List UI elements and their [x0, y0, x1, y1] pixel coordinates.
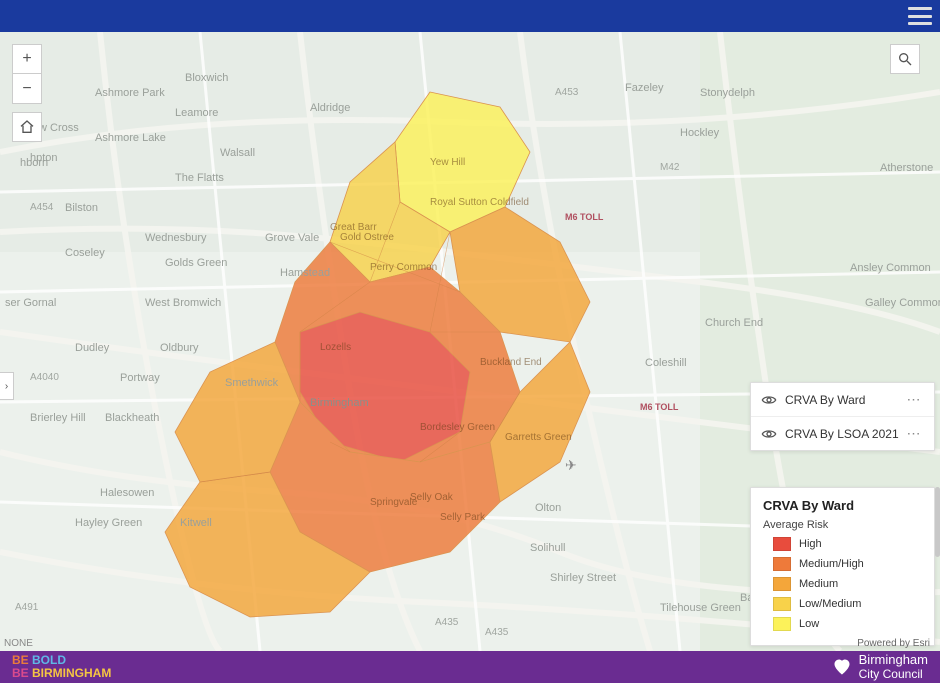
scrollbar-thumb[interactable]: [935, 487, 940, 557]
menu-icon[interactable]: [908, 7, 932, 25]
zoom-out-button[interactable]: −: [12, 74, 42, 104]
legend-row: Medium: [763, 577, 922, 591]
map-container[interactable]: AldridgeBloxwichWalsallFazeleyStonydelph…: [0, 32, 940, 651]
layer-more-button[interactable]: ⋯: [904, 425, 924, 442]
legend-scrollbar[interactable]: [934, 487, 940, 651]
legend-subtitle: Average Risk: [763, 519, 922, 531]
search-icon: [897, 51, 913, 67]
legend-row: Low/Medium: [763, 597, 922, 611]
layer-label: CRVA By Ward: [785, 393, 904, 407]
visibility-icon: [761, 392, 777, 408]
legend-label: Low: [799, 618, 819, 630]
legend-label: High: [799, 538, 822, 550]
search-button[interactable]: [890, 44, 920, 74]
visibility-icon: [761, 426, 777, 442]
legend-swatch: [773, 537, 791, 551]
brand-line2: City Council: [859, 668, 928, 681]
app-root: AldridgeBloxwichWalsallFazeleyStonydelph…: [0, 0, 940, 683]
legend-swatch: [773, 557, 791, 571]
heart-icon: [831, 657, 853, 677]
footer-bar: BE BOLD BE BIRMINGHAM Birmingham City Co…: [0, 651, 940, 683]
brand-line1: Birmingham: [859, 653, 928, 667]
legend-label: Low/Medium: [799, 598, 861, 610]
legend-title: CRVA By Ward: [763, 498, 922, 513]
home-button[interactable]: [12, 112, 42, 142]
chevron-right-icon: ›: [5, 381, 8, 392]
layer-more-button[interactable]: ⋯: [904, 391, 924, 408]
legend-swatch: [773, 617, 791, 631]
legend-row: Low: [763, 617, 922, 631]
layer-item-lsoa[interactable]: CRVA By LSOA 2021 ⋯: [751, 417, 934, 450]
layer-item-ward[interactable]: CRVA By Ward ⋯: [751, 383, 934, 417]
scale-bar-label: NONE: [4, 638, 33, 649]
top-bar: [0, 0, 940, 32]
home-icon: [19, 119, 35, 135]
expand-panel-tab[interactable]: ›: [0, 372, 14, 400]
footer-slogan: BE BOLD BE BIRMINGHAM: [12, 654, 111, 680]
zoom-in-button[interactable]: +: [12, 44, 42, 74]
legend-row: Medium/High: [763, 557, 922, 571]
legend-swatch: [773, 577, 791, 591]
attribution-text: Powered by Esri: [857, 638, 930, 649]
layer-label: CRVA By LSOA 2021: [785, 427, 904, 441]
legend-row: High: [763, 537, 922, 551]
footer-brand: Birmingham City Council: [831, 653, 928, 680]
legend-label: Medium/High: [799, 558, 864, 570]
legend-swatch: [773, 597, 791, 611]
zoom-controls: + −: [12, 44, 42, 142]
layer-list-panel: CRVA By Ward ⋯ CRVA By LSOA 2021 ⋯: [750, 382, 935, 451]
legend-panel: CRVA By Ward Average Risk High Medium/Hig…: [750, 487, 935, 646]
legend-label: Medium: [799, 578, 838, 590]
